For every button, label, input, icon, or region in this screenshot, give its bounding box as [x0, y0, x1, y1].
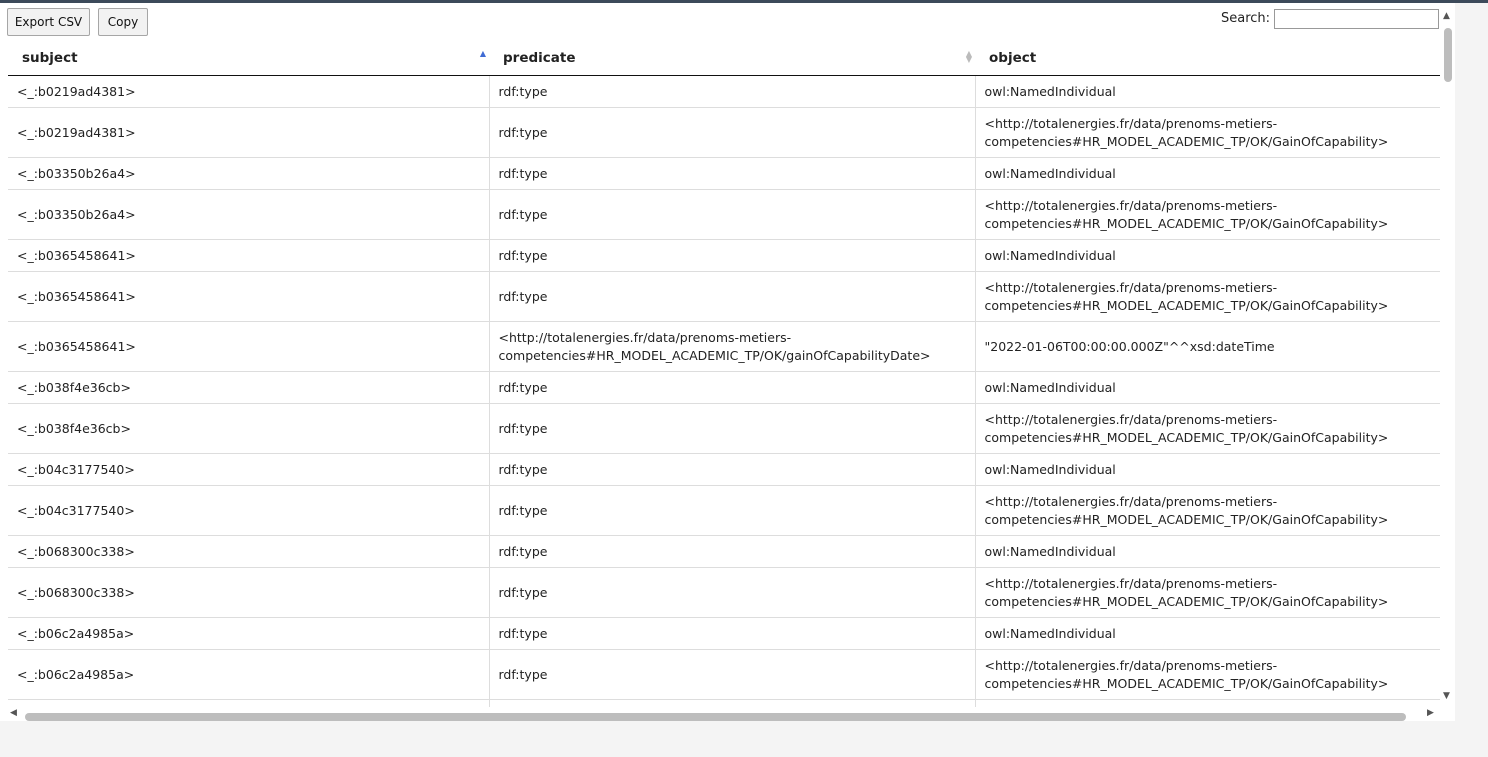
subject-cell: <_:b0365458641>	[8, 321, 490, 372]
subject-cell: <_:b0219ad4381>	[8, 75, 490, 108]
predicate-cell: rdf:type	[489, 239, 976, 272]
column-header-label: object	[989, 49, 1037, 66]
table-row: <_:b03350b26a4> rdf:type owl:NamedIndivi…	[8, 157, 1440, 190]
table-row: <_:b038f4e36cb> rdf:type owl:NamedIndivi…	[8, 371, 1440, 404]
vertical-scrollbar[interactable]	[1440, 11, 1455, 699]
predicate-cell: rdf:type	[489, 567, 976, 618]
object-cell: <http://totalenergies.fr/data/prenoms-me…	[975, 271, 1440, 322]
table-row: <_:b038f4e36cb> rdf:type <http://totalen…	[8, 403, 1440, 454]
subject-cell: <_:b068300c338>	[8, 567, 490, 618]
column-header-label: predicate	[503, 49, 576, 66]
predicate-cell: rdf:type	[489, 157, 976, 190]
column-header-object[interactable]: object	[975, 40, 1440, 76]
table-row: <_:b06c2a4985a> rdf:type <http://totalen…	[8, 649, 1440, 700]
subject-cell: <_:b03350b26a4>	[8, 189, 490, 240]
table-row: <_:b0365458641> rdf:type owl:NamedIndivi…	[8, 239, 1440, 272]
table-row: <_:b0365458641> rdf:type <http://totalen…	[8, 271, 1440, 322]
scroll-down-arrow-icon[interactable]: ▼	[1443, 692, 1450, 701]
scroll-up-arrow-icon[interactable]: ▲	[1443, 12, 1450, 21]
subject-cell: <_:b06c2a4985a>	[8, 617, 490, 650]
subject-cell: <_:b04c3177540>	[8, 485, 490, 536]
table-row: <_:b03350b26a4> rdf:type <http://totalen…	[8, 189, 1440, 240]
object-cell: <http://totalenergies.fr/data/prenoms-me…	[975, 403, 1440, 454]
results-panel: Export CSV Copy Search: subject ▲ predic…	[0, 3, 1455, 721]
table-row: <_:b04c3177540> rdf:type owl:NamedIndivi…	[8, 453, 1440, 486]
object-cell: owl:NamedIndividual	[975, 239, 1440, 272]
object-cell: owl:NamedIndividual	[975, 157, 1440, 190]
column-header-predicate[interactable]: predicate ▲ ▼	[489, 40, 975, 76]
object-cell: owl:NamedIndividual	[975, 371, 1440, 404]
table-row: <_:b04c3177540> rdf:type <http://totalen…	[8, 485, 1440, 536]
export-csv-button[interactable]: Export CSV	[7, 8, 90, 36]
subject-cell: <_:b0219ad4381>	[8, 107, 490, 158]
object-cell: <http://totalenergies.fr/data/prenoms-me…	[975, 189, 1440, 240]
copy-button[interactable]: Copy	[98, 8, 148, 36]
subject-cell: <_:b0365458641>	[8, 271, 490, 322]
search-input[interactable]	[1274, 9, 1439, 29]
object-cell: <http://totalenergies.fr/data/prenoms-me…	[975, 649, 1440, 700]
subject-cell: <_:b038f4e36cb>	[8, 403, 490, 454]
object-cell: <http://totalenergies.fr/data/prenoms-me…	[975, 107, 1440, 158]
subject-cell: <_:b0365458641>	[8, 239, 490, 272]
predicate-cell: rdf:type	[489, 75, 976, 108]
predicate-cell: rdf:type	[489, 107, 976, 158]
predicate-cell: rdf:type	[489, 403, 976, 454]
object-cell: owl:NamedIndividual	[975, 617, 1440, 650]
horizontal-scroll-thumb[interactable]	[25, 713, 1406, 721]
predicate-cell: rdf:type	[489, 189, 976, 240]
scroll-left-arrow-icon[interactable]: ◀	[10, 709, 17, 718]
object-cell: owl:NamedIndividual	[975, 75, 1440, 108]
predicate-cell: rdf:type	[489, 535, 976, 568]
subject-cell: <_:b068300c338>	[8, 535, 490, 568]
table-row: <_:b06c2a4985a> rdf:type owl:NamedIndivi…	[8, 617, 1440, 650]
predicate-cell: rdf:type	[489, 453, 976, 486]
predicate-cell: rdf:type	[489, 617, 976, 650]
table-row: <_:b0365458641> <http://totalenergies.fr…	[8, 321, 1440, 372]
subject-cell: <_:b04c3177540>	[8, 453, 490, 486]
search-label: Search:	[1221, 11, 1271, 26]
table-row: <_:b068300c338> rdf:type owl:NamedIndivi…	[8, 535, 1440, 568]
subject-cell: <_:b06c2a4985a>	[8, 649, 490, 700]
column-header-subject[interactable]: subject ▲	[8, 40, 489, 76]
object-cell: <http://totalenergies.fr/data/prenoms-me…	[975, 567, 1440, 618]
subject-cell: <_:b038f4e36cb>	[8, 371, 490, 404]
predicate-cell: rdf:type	[489, 271, 976, 322]
predicate-cell: rdf:type	[489, 485, 976, 536]
sort-both-icon: ▲ ▼	[965, 49, 972, 64]
table-row: <_:b068300c338> rdf:type <http://totalen…	[8, 567, 1440, 618]
scroll-right-arrow-icon[interactable]: ▶	[1427, 709, 1434, 718]
column-header-label: subject	[22, 49, 78, 66]
object-cell: <http://totalenergies.fr/data/prenoms-me…	[975, 485, 1440, 536]
subject-cell: <_:b03350b26a4>	[8, 157, 490, 190]
predicate-cell: rdf:type	[489, 371, 976, 404]
object-cell: owl:NamedIndividual	[975, 453, 1440, 486]
results-table: subject ▲ predicate ▲ ▼ object <_:b0219ad…	[8, 40, 1440, 721]
table-row: <_:b0219ad4381> rdf:type <http://totalen…	[8, 107, 1440, 158]
table-row: <_:b0219ad4381> rdf:type owl:NamedIndivi…	[8, 75, 1440, 108]
table-header-row: subject ▲ predicate ▲ ▼ object	[8, 40, 1440, 76]
sort-asc-icon: ▲	[479, 49, 486, 58]
vertical-scroll-thumb[interactable]	[1444, 28, 1452, 82]
object-cell: owl:NamedIndividual	[975, 535, 1440, 568]
predicate-cell: <http://totalenergies.fr/data/prenoms-me…	[489, 321, 976, 372]
predicate-cell: rdf:type	[489, 649, 976, 700]
object-cell: "2022-01-06T00:00:00.000Z"^^xsd:dateTime	[975, 321, 1440, 372]
